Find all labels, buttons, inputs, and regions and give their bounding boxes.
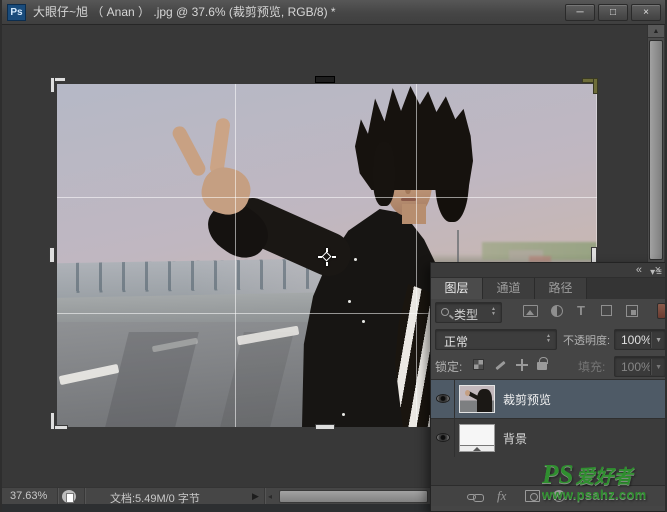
vertical-scroll-thumb[interactable] (649, 40, 663, 260)
crop-move-cursor-icon (319, 249, 335, 265)
filter-kind-select[interactable]: 类型 ▲▼ (435, 302, 502, 323)
layer-style-fx-icon[interactable]: fx (497, 488, 506, 504)
lock-transparency-icon[interactable] (473, 359, 484, 370)
filter-smart-objects-icon[interactable] (626, 305, 638, 317)
link-layers-icon[interactable] (467, 494, 476, 500)
layer-row-crop-preview[interactable]: 裁剪预览 (431, 380, 667, 418)
layer-row-background[interactable]: 背景 (431, 418, 667, 456)
jacket-stud (342, 413, 345, 416)
chevron-down-icon[interactable]: ▼ (655, 364, 662, 371)
watermark-url: www.psahz.com (542, 488, 667, 501)
filter-type-layers-icon[interactable]: T (577, 303, 585, 318)
photoshop-app-icon: Ps (7, 4, 26, 21)
crop-grid-vertical-line (416, 84, 417, 427)
layer-thumbnail[interactable] (459, 385, 495, 413)
jacket-stud (348, 300, 351, 303)
horizontal-scroll-thumb[interactable] (279, 490, 428, 503)
filter-shape-layers-icon[interactable] (601, 305, 612, 316)
document-title: 大眼仔~旭 （ Anan ） .jpg @ 37.6% (裁剪预览, RGB/8… (33, 0, 336, 25)
title-bar[interactable]: Ps 大眼仔~旭 （ Anan ） .jpg @ 37.6% (裁剪预览, RG… (2, 0, 667, 25)
panel-header-bar: « × (431, 263, 667, 278)
watermark-brand: PS (542, 461, 574, 488)
crop-handle-top-right[interactable] (593, 78, 598, 94)
panel-menu-icon[interactable]: ▾≡ (650, 267, 663, 278)
crop-handle-bottom-left[interactable] (50, 412, 55, 430)
crop-handle-bottom-center[interactable] (315, 424, 335, 430)
status-bar: 37.63% 文档:5.49M/0 字节 ▶ ◂ (2, 487, 430, 504)
lock-position-icon[interactable] (516, 359, 528, 371)
layer-name[interactable]: 裁剪预览 (503, 391, 551, 408)
peace-sign-finger (170, 124, 208, 178)
blend-mode-select[interactable]: 正常 ▲▼ (435, 329, 557, 350)
photoshop-window: Ps 大眼仔~旭 （ Anan ） .jpg @ 37.6% (裁剪预览, RG… (0, 0, 667, 512)
tab-paths[interactable]: 路径 (535, 278, 587, 299)
layer-filter-row: 类型 ▲▼ T (431, 299, 667, 326)
scroll-up-icon[interactable]: ▲ (648, 25, 664, 38)
tab-layers[interactable]: 图层 (431, 278, 483, 299)
lock-label: 锁定: (435, 358, 462, 375)
layer-name[interactable]: 背景 (503, 430, 527, 447)
light-pole (457, 230, 459, 266)
lock-pixels-icon[interactable] (494, 359, 506, 371)
blend-mode-row: 正常 ▲▼ 不透明度: 100% ▼ (431, 326, 667, 353)
opacity-value-field[interactable]: 100% ▼ (614, 329, 666, 350)
tab-channels[interactable]: 通道 (483, 278, 535, 299)
crop-handle-top-center[interactable] (315, 76, 335, 83)
collapse-panel-icon[interactable]: « (636, 263, 642, 277)
site-watermark: PS 爱好者 www.psahz.com (542, 461, 667, 501)
chevron-down-icon[interactable]: ▼ (655, 337, 662, 344)
crop-handle-top-left[interactable] (50, 77, 55, 93)
search-icon (441, 308, 449, 316)
fill-label: 填充: (578, 358, 605, 375)
document-status-icon (62, 490, 76, 503)
crop-handle-left-center[interactable] (49, 247, 55, 263)
visibility-eye-icon[interactable] (436, 394, 450, 403)
lock-row: 锁定: 填充: 100% ▼ (431, 353, 667, 379)
filter-adjustment-layers-icon[interactable] (551, 305, 563, 317)
filter-toggle-switch[interactable] (657, 303, 666, 319)
minimize-button[interactable]: ─ (565, 4, 595, 21)
crop-grid-vertical-line (235, 84, 236, 427)
visibility-eye-icon[interactable] (436, 433, 450, 442)
person-neck (402, 204, 426, 224)
jacket-stud (362, 320, 365, 323)
jacket-stud (354, 258, 357, 261)
fill-value-field[interactable]: 100% ▼ (614, 356, 666, 377)
filter-pixel-layers-icon[interactable] (523, 305, 538, 317)
opacity-label: 不透明度: (563, 332, 610, 348)
crop-grid-horizontal-line (57, 197, 597, 198)
lock-all-icon[interactable] (537, 362, 547, 370)
add-layer-mask-icon[interactable] (525, 490, 540, 502)
vertical-scrollbar[interactable]: ▲ (647, 25, 664, 262)
status-flyout-icon[interactable]: ▶ (252, 491, 259, 502)
scroll-left-icon[interactable]: ◂ (268, 492, 272, 501)
crop-handle-right-center[interactable] (591, 247, 597, 263)
maximize-button[interactable]: □ (598, 4, 628, 21)
panel-tab-bar: 图层 通道 路径 (431, 278, 667, 299)
zoom-level-field[interactable]: 37.63% (10, 490, 47, 502)
layer-thumbnail[interactable] (459, 424, 495, 452)
close-button[interactable]: × (631, 4, 661, 21)
